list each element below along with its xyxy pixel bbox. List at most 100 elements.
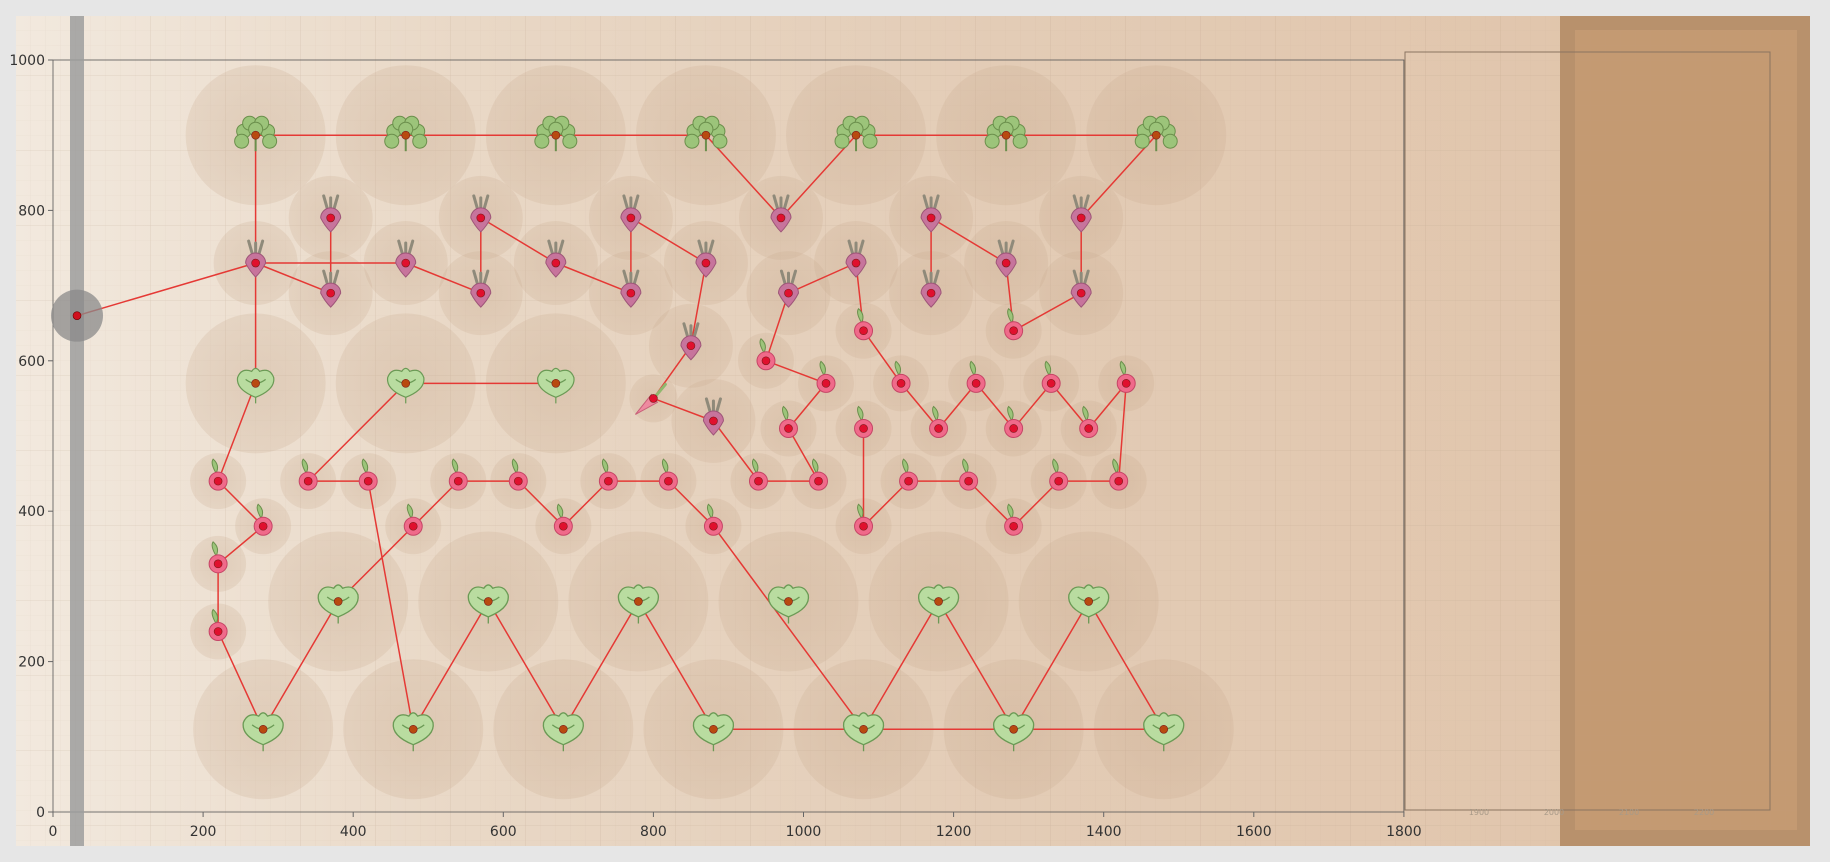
beet-point[interactable] [1001, 258, 1011, 268]
radish-point[interactable] [784, 424, 793, 433]
lettuce_large-point[interactable] [559, 724, 568, 734]
cilantro-point[interactable] [251, 130, 260, 140]
lettuce_large-point[interactable] [408, 724, 418, 734]
lettuce_small-point[interactable] [251, 379, 260, 388]
radish-point[interactable] [1009, 521, 1018, 531]
radish-point[interactable] [1009, 424, 1018, 433]
radish-point[interactable] [559, 521, 568, 531]
beet-point[interactable] [709, 416, 718, 426]
lettuce_large-point[interactable] [634, 597, 643, 606]
x-tick-label: 1200 [936, 824, 972, 840]
cilantro-point[interactable] [851, 130, 861, 140]
radish-point[interactable] [1121, 379, 1131, 388]
radish-point[interactable] [1009, 326, 1018, 336]
lettuce_large-point[interactable] [1009, 724, 1018, 734]
y-tick-label: 400 [18, 504, 45, 520]
beet-point[interactable] [326, 213, 335, 223]
radish-point[interactable] [604, 476, 613, 486]
beet-point[interactable] [476, 213, 486, 223]
lettuce_large-point[interactable] [784, 597, 793, 606]
y-tick-label: 200 [18, 655, 45, 671]
carrot-point[interactable] [649, 394, 658, 403]
lettuce_small-point[interactable] [551, 379, 561, 388]
radish-point[interactable] [258, 521, 268, 531]
radish-point[interactable] [754, 476, 763, 486]
radish-point[interactable] [761, 356, 771, 366]
radish-point[interactable] [514, 476, 523, 486]
y-tick-label: 0 [36, 805, 45, 821]
cilantro-point[interactable] [701, 130, 711, 140]
lettuce_large-point[interactable] [483, 597, 493, 606]
radish-point[interactable] [363, 476, 373, 486]
radish-point[interactable] [1054, 476, 1063, 486]
x-tick-label: 1800 [1386, 824, 1422, 840]
beet-point[interactable] [551, 258, 561, 268]
beet-point[interactable] [1076, 288, 1086, 298]
garden-chart: 0 200 400 600 800 1000 1200 1400 1600 1800 0 200 400… [9, 16, 1810, 846]
ruler-bar[interactable] [70, 16, 84, 846]
bed-tick-label: 2100 [1619, 808, 1639, 817]
radish-point[interactable] [859, 521, 868, 531]
beet-point[interactable] [776, 213, 786, 223]
cilantro-point[interactable] [401, 130, 411, 140]
radish-point[interactable] [664, 476, 673, 486]
lettuce_large-point[interactable] [333, 597, 343, 606]
bed-tick-label: 2200 [1694, 808, 1714, 817]
lettuce_large-point[interactable] [1159, 724, 1169, 734]
lettuce_large-point[interactable] [1084, 597, 1093, 606]
beet-point[interactable] [926, 213, 936, 223]
lettuce_large-point[interactable] [258, 724, 268, 734]
radish-point[interactable] [934, 424, 943, 433]
radish-point[interactable] [709, 521, 718, 531]
lettuce_large-point[interactable] [859, 724, 868, 734]
y-tick-label: 1000 [9, 53, 45, 69]
radish-point[interactable] [814, 476, 823, 486]
beet-point[interactable] [926, 288, 936, 298]
x-tick-label: 200 [190, 824, 217, 840]
x-tick-label: 800 [640, 824, 667, 840]
radish-point[interactable] [213, 559, 223, 569]
radish-point[interactable] [859, 424, 868, 433]
cilantro-point[interactable] [551, 130, 561, 140]
radish-point[interactable] [213, 476, 223, 486]
radish-point[interactable] [821, 379, 831, 388]
start-point[interactable] [72, 311, 82, 320]
lettuce_small-point[interactable] [401, 379, 411, 388]
y-tick-label: 600 [18, 354, 45, 370]
lettuce_large-point[interactable] [934, 597, 943, 606]
radish-point[interactable] [1084, 424, 1093, 433]
x-tick-label: 600 [490, 824, 517, 840]
beet-point[interactable] [626, 213, 636, 223]
beet-point[interactable] [251, 258, 260, 268]
x-tick-label: 1000 [786, 824, 822, 840]
bed-tick-label: 2000 [1544, 808, 1564, 817]
beet-point[interactable] [476, 288, 486, 298]
beet-point[interactable] [1076, 213, 1086, 223]
radish-point[interactable] [1046, 379, 1056, 388]
bed-tick-label: 1900 [1469, 808, 1489, 817]
radish-point[interactable] [303, 476, 313, 486]
radish-point[interactable] [859, 326, 868, 336]
beet-point[interactable] [851, 258, 861, 268]
radish-point[interactable] [1114, 476, 1124, 486]
radish-point[interactable] [453, 476, 463, 486]
radish-point[interactable] [213, 627, 223, 636]
garden-bed-grid [1575, 30, 1797, 830]
y-tick-label: 800 [18, 203, 45, 219]
radish-point[interactable] [971, 379, 981, 388]
beet-point[interactable] [686, 341, 696, 351]
lettuce_large-point[interactable] [709, 724, 718, 734]
radish-point[interactable] [904, 476, 913, 486]
cilantro-point[interactable] [1001, 130, 1011, 140]
x-tick-label: 1400 [1086, 824, 1122, 840]
beet-point[interactable] [701, 258, 711, 268]
beet-point[interactable] [326, 288, 335, 298]
beet-point[interactable] [626, 288, 636, 298]
cilantro-point[interactable] [1151, 130, 1161, 140]
radish-point[interactable] [408, 521, 418, 531]
beet-point[interactable] [401, 258, 411, 268]
radish-point[interactable] [896, 379, 906, 388]
x-tick-label: 0 [49, 824, 58, 840]
radish-point[interactable] [964, 476, 973, 486]
beet-point[interactable] [784, 288, 793, 298]
